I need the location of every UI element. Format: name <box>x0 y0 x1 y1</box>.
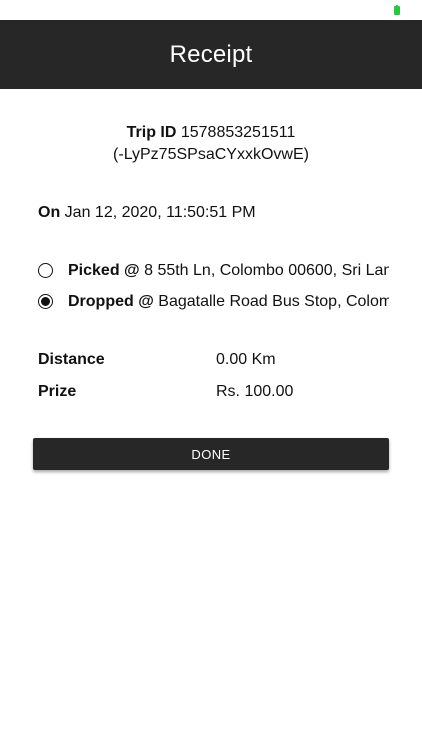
dropped-address: Bagatalle Road Bus Stop, Colombo <box>158 293 389 310</box>
time-value: Jan 12, 2020, 11:50:51 PM <box>64 204 256 221</box>
page-title: Receipt <box>169 40 253 68</box>
picked-stop: Picked @ 8 55th Ln, Colombo 00600, Sri L… <box>38 260 389 282</box>
status-bar <box>0 0 422 20</box>
picked-label: Picked @ <box>68 262 140 279</box>
trip-time: On Jan 12, 2020, 11:50:51 PM <box>38 202 256 224</box>
picked-radio[interactable] <box>38 263 53 278</box>
time-label: On <box>38 204 61 221</box>
picked-text: Picked @ 8 55th Ln, Colombo 00600, Sri L… <box>68 260 389 282</box>
trip-key: (-LyPz75SPsaCYxxkOvwE) <box>113 146 309 163</box>
picked-address: 8 55th Ln, Colombo 00600, Sri Lanka <box>144 262 389 279</box>
trip-id-label: Trip ID <box>126 124 177 141</box>
battery-icon <box>394 5 400 15</box>
header-bar: Receipt <box>0 20 422 89</box>
distance-value: 0.00 Km <box>216 351 276 368</box>
dropped-text: Dropped @ Bagatalle Road Bus Stop, Colom… <box>68 291 389 313</box>
distance-label: Distance <box>38 351 105 368</box>
done-button[interactable]: DONE <box>33 438 389 470</box>
dropped-stop: Dropped @ Bagatalle Road Bus Stop, Colom… <box>38 291 389 313</box>
prize-label: Prize <box>38 383 77 400</box>
dropped-label: Dropped @ <box>68 293 154 310</box>
trip-id-line: Trip ID 1578853251511 <box>0 122 422 144</box>
prize-value: Rs. 100.00 <box>216 383 294 400</box>
trip-info: Trip ID 1578853251511 (-LyPz75SPsaCYxxkO… <box>0 122 422 166</box>
dropped-radio[interactable] <box>38 294 53 309</box>
trip-id-value: 1578853251511 <box>180 124 296 141</box>
